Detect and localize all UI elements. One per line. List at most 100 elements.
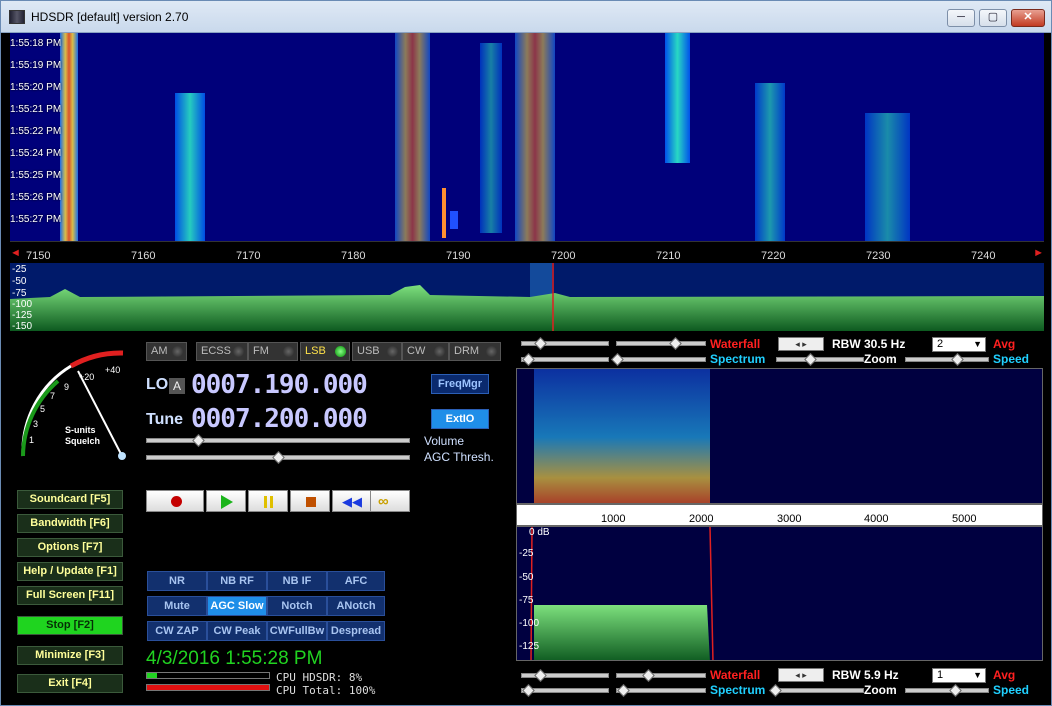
audio-spec-slider-2[interactable] [616,357,706,362]
rbw-spinner[interactable]: ◂ ▸ [778,337,824,351]
s-scale-label: 9 [64,382,70,392]
spectrum-trace [10,263,1044,331]
pause-button[interactable] [248,490,288,512]
lo-label: LO [146,376,169,393]
agc-threshold-slider-thumb[interactable] [272,451,285,464]
db-label: -50 [12,276,27,287]
db-label: -150 [12,321,33,331]
time-label: 1:55:19 PM [10,60,62,71]
nr-button[interactable]: NR [147,571,207,591]
audio-wf-slider-2[interactable] [616,341,706,346]
maximize-button[interactable]: ▢ [979,9,1007,27]
title-bar[interactable]: HDSDR [default] version 2.70 ─ ▢ ✕ [1,1,1051,33]
notch-button[interactable]: Notch [267,596,327,616]
freq-tick: 7150 [26,250,51,262]
lo-frequency-display[interactable]: 0007.190.000 [191,370,368,400]
nb-rf-button[interactable]: NB RF [207,571,267,591]
slider-thumb[interactable] [534,337,547,350]
slider-thumb[interactable] [611,353,624,366]
audio2-wf-slider-2[interactable] [616,673,706,678]
freqmgr-button[interactable]: FreqMgr [431,374,489,394]
cw-zap-button[interactable]: CW ZAP [147,621,207,641]
despread-button[interactable]: Despread [327,621,385,641]
anotch-button[interactable]: ANotch [327,596,385,616]
full-screen-button[interactable]: Full Screen [F11] [17,586,123,605]
cw-peak-button[interactable]: CW Peak [207,621,267,641]
volume-slider[interactable] [146,438,410,443]
freq-tick: 7200 [551,250,576,262]
extio-button[interactable]: ExtIO [431,409,489,429]
audio-db-label: 0 dB [529,527,550,538]
zoom-slider[interactable] [776,688,864,693]
mode-lsb-button[interactable]: LSB [300,342,350,361]
frequency-axis[interactable]: ◄ ► 7150 7160 7170 7180 7190 7200 7210 7… [10,241,1044,263]
loop-button[interactable]: ∞ [370,490,410,512]
mode-led-icon [283,346,294,357]
mode-drm-button[interactable]: DRM [449,342,501,361]
slider-thumb[interactable] [804,353,817,366]
rbw-spinner[interactable]: ◂ ▸ [778,668,824,682]
mode-led-icon [335,346,346,357]
avg-select[interactable]: 1 ▼ [932,668,986,683]
slider-thumb[interactable] [534,669,547,682]
db-label: -125 [12,310,33,321]
lo-a-button[interactable]: A [169,378,185,394]
main-waterfall[interactable]: 1:55:18 PM 1:55:19 PM 1:55:20 PM 1:55:21… [10,33,1044,241]
slider-thumb[interactable] [769,684,782,697]
chevron-down-icon: ▼ [973,670,982,680]
audio-db-label: -75 [519,595,534,606]
scroll-left-icon[interactable]: ◄ [10,247,21,259]
volume-slider-thumb[interactable] [192,434,205,447]
mode-cw-button[interactable]: CW [402,342,449,361]
loop-icon: ∞ [378,493,389,510]
zoom-slider[interactable] [776,357,864,362]
minimize-app-button[interactable]: Minimize [F3] [17,646,123,665]
speed-slider[interactable] [905,688,989,693]
zoom-label: Zoom [864,683,897,697]
slider-thumb[interactable] [669,337,682,350]
rbw-label: RBW 5.9 Hz [832,668,899,682]
close-button[interactable]: ✕ [1011,9,1045,27]
slider-thumb[interactable] [642,669,655,682]
play-button[interactable] [206,490,246,512]
mute-button[interactable]: Mute [147,596,207,616]
slider-thumb[interactable] [951,353,964,366]
stop-playback-button[interactable] [290,490,330,512]
slider-thumb[interactable] [522,353,535,366]
s-meter[interactable]: 1 3 5 7 9 +20 +40 S-units Squelch [13,341,133,466]
rf-spectrum[interactable]: -25 -50 -75 -100 -125 -150 [10,263,1044,331]
nb-if-button[interactable]: NB IF [267,571,327,591]
exit-button[interactable]: Exit [F4] [17,674,123,693]
audio-waterfall[interactable] [516,368,1043,504]
s-scale-label: +20 [79,372,95,382]
avg-select[interactable]: 2 ▼ [932,337,986,352]
rewind-button[interactable]: ◀◀ [332,490,372,512]
slider-thumb[interactable] [949,684,962,697]
minimize-button[interactable]: ─ [947,9,975,27]
soundcard-button[interactable]: Soundcard [F5] [17,490,123,509]
slider-thumb[interactable] [617,684,630,697]
mode-am-button[interactable]: AM [146,342,187,361]
speed-slider[interactable] [905,357,989,362]
mode-usb-button[interactable]: USB [352,342,402,361]
slider-thumb[interactable] [522,684,535,697]
mode-fm-button[interactable]: FM [248,342,298,361]
mode-led-icon [387,346,398,357]
bandwidth-button[interactable]: Bandwidth [F6] [17,514,123,533]
audio-spectrum[interactable]: 0 dB -25 -50 -75 -100 -125 [516,526,1043,661]
mode-label: CW [407,345,426,357]
scroll-right-icon[interactable]: ► [1033,247,1044,259]
tune-frequency-display[interactable]: 0007.200.000 [191,404,368,434]
agc-slow-button[interactable]: AGC Slow [207,596,267,616]
afc-button[interactable]: AFC [327,571,385,591]
zoom-label: Zoom [864,352,897,366]
options-button[interactable]: Options [F7] [17,538,123,557]
waterfall-image [60,33,910,241]
freq-tick: 7170 [236,250,261,262]
stop-button[interactable]: Stop [F2] [17,616,123,635]
record-button[interactable] [146,490,204,512]
app-icon [9,10,25,24]
mode-ecss-button[interactable]: ECSS [196,342,248,361]
cw-fullbw-button[interactable]: CWFullBw [267,621,327,641]
help-update-button[interactable]: Help / Update [F1] [17,562,123,581]
